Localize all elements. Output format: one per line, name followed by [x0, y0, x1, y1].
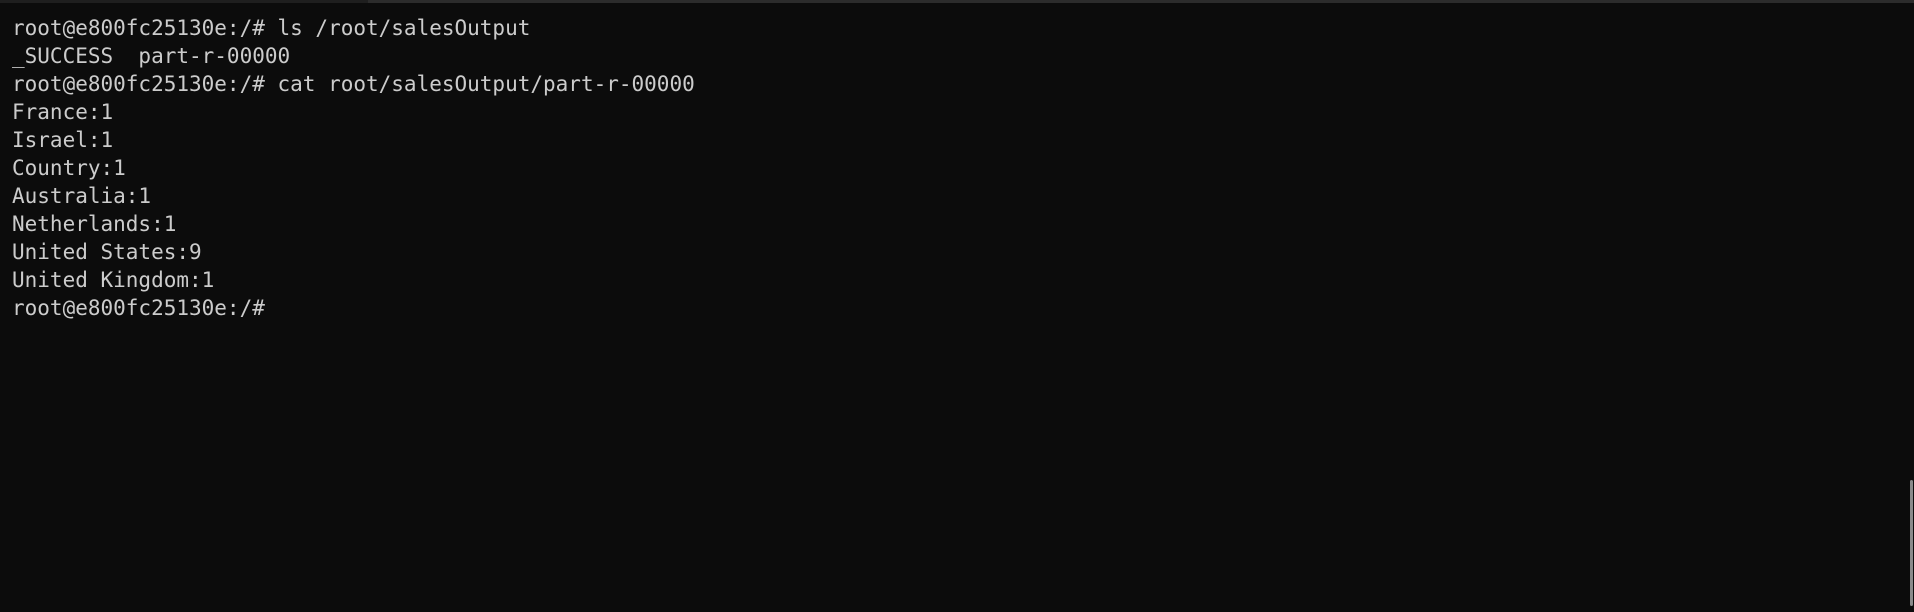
output-line-australia: Australia:1: [12, 184, 152, 208]
vertical-scrollbar[interactable]: [1908, 0, 1914, 612]
output-line-country: Country:1: [12, 156, 126, 180]
active-prompt-line[interactable]: root@e800fc25130e:/#: [12, 294, 695, 322]
output-line-netherlands: Netherlands:1: [12, 212, 177, 236]
current-prompt: root@e800fc25130e:/#: [12, 296, 278, 320]
scrollbar-thumb[interactable]: [1910, 480, 1913, 606]
output-line-israel: Israel:1: [12, 128, 114, 152]
window-top-border: [0, 0, 1914, 3]
output-line-ls-result: _SUCCESS part-r-00000: [12, 44, 291, 68]
terminal-output[interactable]: root@e800fc25130e:/# ls /root/salesOutpu…: [12, 14, 695, 322]
output-line-france: France:1: [12, 100, 114, 124]
terminal-window[interactable]: root@e800fc25130e:/# ls /root/salesOutpu…: [0, 0, 1914, 612]
output-line-united-kingdom: United Kingdom:1: [12, 268, 215, 292]
command-line-cat: root@e800fc25130e:/# cat root/salesOutpu…: [12, 72, 695, 96]
command-line-ls: root@e800fc25130e:/# ls /root/salesOutpu…: [12, 16, 531, 40]
output-line-united-states: United States:9: [12, 240, 202, 264]
